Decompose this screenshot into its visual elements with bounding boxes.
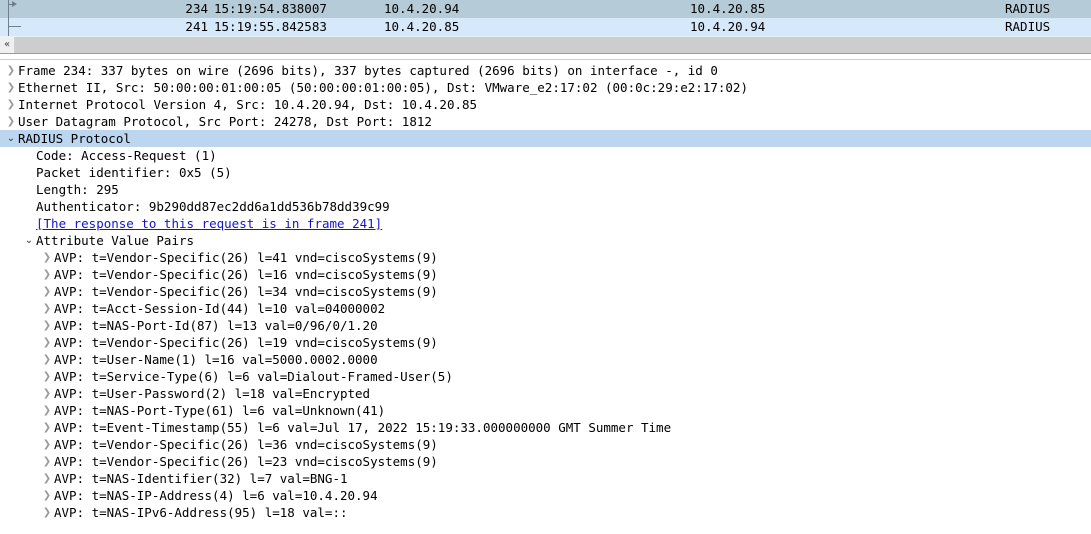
packet-list-row[interactable]: 241 15:19:55.842583 10.4.20.85 10.4.20.9… [0, 18, 1091, 36]
detail-tree-label: AVP: t=NAS-Port-Type(61) l=6 val=Unknown… [54, 403, 386, 418]
detail-tree-row[interactable]: ❯ AVP: t=Service-Type(6) l=6 val=Dialout-… [0, 368, 1091, 385]
detail-tree-label: Attribute Value Pairs [36, 233, 195, 248]
detail-tree-label: Authenticator: 9b290dd87ec2dd6a1dd536b78… [36, 199, 390, 214]
chevron-right-icon[interactable]: ❯ [40, 436, 54, 453]
detail-tree-label: AVP: t=Vendor-Specific(26) l=16 vnd=cisc… [54, 267, 438, 282]
packet-protocol-cell: RADIUS [1005, 19, 1051, 34]
packet-destination-cell: 10.4.20.94 [690, 19, 766, 34]
chevron-right-icon[interactable]: ❯ [40, 300, 54, 317]
chevron-right-icon[interactable]: ❯ [40, 266, 54, 283]
packet-no-cell: 241 [185, 19, 208, 34]
chevron-right-icon[interactable]: ❯ [40, 368, 54, 385]
detail-tree-label: AVP: t=Vendor-Specific(26) l=36 vnd=cisc… [54, 437, 438, 452]
detail-tree-label: AVP: t=Event-Timestamp(55) l=6 val=Jul 1… [54, 420, 672, 435]
packet-time-cell: 15:19:54.838007 [214, 1, 327, 16]
chevron-down-icon[interactable]: ⌄ [22, 232, 36, 249]
detail-tree-row[interactable]: ❯ User Datagram Protocol, Src Port: 24278… [0, 113, 1091, 130]
detail-tree-row[interactable]: ❯ AVP: t=User-Password(2) l=18 val=Encryp… [0, 385, 1091, 402]
detail-tree-row[interactable]: ❯ Internet Protocol Version 4, Src: 10.4.… [0, 96, 1091, 113]
detail-tree-label: User Datagram Protocol, Src Port: 24278,… [18, 114, 432, 129]
detail-tree-row[interactable]: ❯ AVP: t=Vendor-Specific(26) l=23 vnd=cis… [0, 453, 1091, 470]
packet-relation-response-icon [0, 18, 22, 36]
detail-tree-row[interactable]: ⌄ Attribute Value Pairs [0, 232, 1091, 249]
chevron-right-icon[interactable]: ❯ [4, 113, 18, 130]
chevron-right-icon[interactable]: ❯ [40, 504, 54, 521]
packet-list-pane[interactable]: 234 15:19:54.838007 10.4.20.94 10.4.20.8… [0, 0, 1091, 36]
chevron-right-icon[interactable]: ❯ [40, 317, 54, 334]
chevron-right-icon[interactable]: ❯ [40, 419, 54, 436]
chevron-right-icon[interactable]: ❯ [40, 402, 54, 419]
chevron-right-icon[interactable]: ❯ [40, 351, 54, 368]
chevron-right-icon[interactable]: ❯ [40, 334, 54, 351]
detail-tree-label: AVP: t=Vendor-Specific(26) l=19 vnd=cisc… [54, 335, 438, 350]
detail-tree-label: AVP: t=Service-Type(6) l=6 val=Dialout-F… [54, 369, 453, 384]
detail-tree-row[interactable]: Authenticator: 9b290dd87ec2dd6a1dd536b78… [0, 198, 1091, 215]
detail-tree-label: Code: Access-Request (1) [36, 148, 217, 163]
detail-tree-label: AVP: t=NAS-IP-Address(4) l=6 val=10.4.20… [54, 488, 378, 503]
scrollbar-thumb[interactable] [16, 37, 1091, 53]
detail-tree-label: Ethernet II, Src: 50:00:00:01:00:05 (50:… [18, 80, 748, 95]
chevron-right-icon[interactable]: ❯ [40, 249, 54, 266]
packet-length-cell: 62 [1085, 18, 1091, 36]
detail-tree-label: Length: 295 [36, 182, 119, 197]
packet-list-horizontal-scrollbar[interactable]: « [0, 36, 1091, 53]
detail-tree-label: Internet Protocol Version 4, Src: 10.4.2… [18, 97, 478, 112]
detail-tree-row[interactable]: ❯ AVP: t=User-Name(1) l=16 val=5000.0002.… [0, 351, 1091, 368]
detail-tree-row[interactable]: ❯ AVP: t=Vendor-Specific(26) l=34 vnd=cis… [0, 283, 1091, 300]
detail-tree-label: AVP: t=Acct-Session-Id(44) l=10 val=0400… [54, 301, 386, 316]
detail-tree-label: RADIUS Protocol [18, 131, 131, 146]
detail-tree-label: Packet identifier: 0x5 (5) [36, 165, 232, 180]
detail-tree-label: AVP: t=User-Name(1) l=16 val=5000.0002.0… [54, 352, 378, 367]
detail-tree-row[interactable]: Packet identifier: 0x5 (5) [0, 164, 1091, 181]
detail-tree-row[interactable]: ❯ AVP: t=NAS-Identifier(32) l=7 val=BNG-1 [0, 470, 1091, 487]
chevron-right-icon[interactable]: ❯ [40, 487, 54, 504]
packet-destination-cell: 10.4.20.85 [690, 1, 766, 16]
detail-tree-row[interactable]: ❯ AVP: t=Event-Timestamp(55) l=6 val=Jul … [0, 419, 1091, 436]
chevron-right-icon[interactable]: ❯ [4, 62, 18, 79]
response-frame-link[interactable]: [The response to this request is in fram… [36, 215, 382, 232]
detail-tree-row[interactable]: ⌄ RADIUS Protocol [0, 130, 1091, 147]
packet-length-cell: 337 [1085, 0, 1091, 18]
packet-source-cell: 10.4.20.94 [384, 1, 460, 16]
detail-tree-row[interactable]: ❯ AVP: t=Acct-Session-Id(44) l=10 val=040… [0, 300, 1091, 317]
detail-tree-label: AVP: t=NAS-Port-Id(87) l=13 val=0/96/0/1… [54, 318, 378, 333]
packet-source-cell: 10.4.20.85 [384, 19, 460, 34]
detail-tree-label: Frame 234: 337 bytes on wire (2696 bits)… [18, 63, 718, 78]
detail-tree-row[interactable]: ❯ Frame 234: 337 bytes on wire (2696 bits… [0, 62, 1091, 79]
chevron-right-icon[interactable]: ❯ [4, 79, 18, 96]
packet-time-cell: 15:19:55.842583 [214, 19, 327, 34]
detail-tree-label: AVP: t=Vendor-Specific(26) l=23 vnd=cisc… [54, 454, 438, 469]
detail-tree-row[interactable]: ❯ AVP: t=Vendor-Specific(26) l=36 vnd=cis… [0, 436, 1091, 453]
chevron-right-icon[interactable]: ❯ [40, 385, 54, 402]
detail-tree-label: AVP: t=User-Password(2) l=18 val=Encrypt… [54, 386, 371, 401]
detail-tree-row[interactable]: [The response to this request is in fram… [0, 215, 1091, 232]
detail-tree-row[interactable]: Code: Access-Request (1) [0, 147, 1091, 164]
pane-divider[interactable] [0, 53, 1091, 60]
detail-tree-label: AVP: t=Vendor-Specific(26) l=34 vnd=cisc… [54, 284, 438, 299]
packet-list-row[interactable]: 234 15:19:54.838007 10.4.20.94 10.4.20.8… [0, 0, 1091, 18]
chevron-right-icon[interactable]: ❯ [40, 283, 54, 300]
detail-tree-row[interactable]: ❯ AVP: t=NAS-IPv6-Address(95) l=18 val=:: [0, 504, 1091, 521]
packet-protocol-cell: RADIUS [1005, 1, 1051, 16]
detail-tree-row[interactable]: ❯ Ethernet II, Src: 50:00:00:01:00:05 (50… [0, 79, 1091, 96]
detail-tree-label: AVP: t=NAS-IPv6-Address(95) l=18 val=:: [54, 505, 348, 520]
packet-no-cell: 234 [185, 1, 208, 16]
detail-tree-row[interactable]: ❯ AVP: t=NAS-Port-Id(87) l=13 val=0/96/0/… [0, 317, 1091, 334]
chevron-right-icon[interactable]: ❯ [40, 453, 54, 470]
detail-tree-label: AVP: t=Vendor-Specific(26) l=41 vnd=cisc… [54, 250, 438, 265]
scroll-left-icon[interactable]: « [0, 37, 14, 53]
chevron-right-icon[interactable]: ❯ [40, 470, 54, 487]
detail-tree-row[interactable]: ❯ AVP: t=Vendor-Specific(26) l=41 vnd=cis… [0, 249, 1091, 266]
detail-tree-row[interactable]: ❯ AVP: t=NAS-Port-Type(61) l=6 val=Unknow… [0, 402, 1091, 419]
detail-tree-label: AVP: t=NAS-Identifier(32) l=7 val=BNG-1 [54, 471, 348, 486]
detail-tree-row[interactable]: Length: 295 [0, 181, 1091, 198]
detail-tree-row[interactable]: ❯ AVP: t=Vendor-Specific(26) l=16 vnd=cis… [0, 266, 1091, 283]
detail-tree-row[interactable]: ❯ AVP: t=NAS-IP-Address(4) l=6 val=10.4.2… [0, 487, 1091, 504]
packet-relation-request-icon [0, 0, 22, 18]
packet-detail-pane[interactable]: ❯ Frame 234: 337 bytes on wire (2696 bits… [0, 60, 1091, 534]
chevron-down-icon[interactable]: ⌄ [4, 130, 18, 147]
chevron-right-icon[interactable]: ❯ [4, 96, 18, 113]
detail-tree-row[interactable]: ❯ AVP: t=Vendor-Specific(26) l=19 vnd=cis… [0, 334, 1091, 351]
